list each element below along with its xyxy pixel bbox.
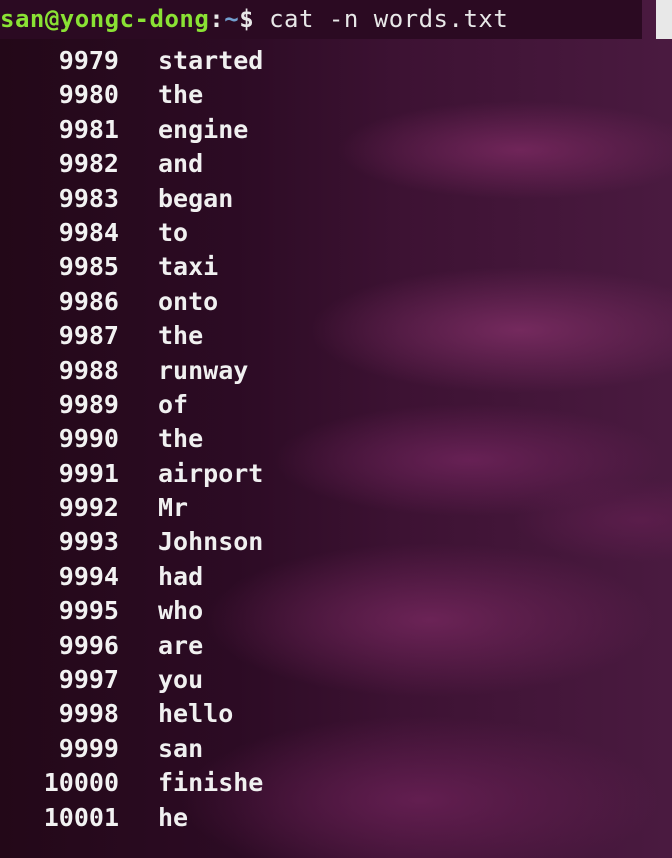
terminal-window[interactable]: san@yongc-dong:~$ cat -n words.txt 9979 s…: [0, 0, 672, 858]
line-word: you: [158, 665, 204, 695]
line-word: are: [158, 630, 204, 660]
line-number: 9993: [58, 527, 119, 557]
line-word: hello: [158, 699, 234, 729]
prompt-command: cat -n words.txt: [254, 5, 509, 33]
output-line: 9996 are: [0, 629, 672, 663]
line-word: who: [158, 596, 204, 626]
line-word: Johnson: [158, 527, 264, 557]
line-number: 10001: [43, 802, 119, 832]
line-number: 9997: [58, 665, 119, 695]
line-number: 9983: [58, 183, 119, 213]
output-line: 9999 san: [0, 732, 672, 766]
output-line: 9979 started: [0, 44, 672, 78]
line-number: 9996: [58, 630, 119, 660]
prompt-dollar: $: [239, 5, 255, 33]
line-number: 9982: [58, 149, 119, 179]
output-line: 9983 began: [0, 182, 672, 216]
line-word: the: [158, 424, 204, 454]
output-line: 9987 the: [0, 319, 672, 353]
line-number: 9980: [58, 80, 119, 110]
line-word: finishe: [158, 768, 264, 798]
line-number: 9995: [58, 596, 119, 626]
line-word: he: [158, 802, 189, 832]
prompt-user-host: san@yongc-dong: [0, 5, 210, 33]
line-number: 9992: [58, 493, 119, 523]
output-line: 9989 of: [0, 388, 672, 422]
output-lines: 9979 started 9980 the 9981 engine 9982 and 9…: [0, 44, 672, 835]
line-word: san: [158, 733, 204, 763]
line-number: 9981: [58, 114, 119, 144]
output-line: 9980 the: [0, 78, 672, 112]
line-word: of: [158, 389, 189, 419]
prompt-path: ~: [224, 5, 240, 33]
line-word: engine: [158, 114, 249, 144]
output-line: 9986 onto: [0, 285, 672, 319]
line-number: 9994: [58, 561, 119, 591]
output-line: 9995 who: [0, 594, 672, 628]
line-number: 9985: [58, 252, 119, 282]
line-word: the: [158, 80, 204, 110]
terminal-cursor: [656, 0, 672, 39]
line-word: taxi: [158, 252, 219, 282]
line-word: onto: [158, 286, 219, 316]
line-number: 9986: [58, 286, 119, 316]
line-word: runway: [158, 355, 249, 385]
prompt-colon: :: [209, 5, 225, 33]
line-word: started: [158, 46, 264, 75]
line-word: Mr: [158, 493, 189, 523]
line-number: 9998: [58, 699, 119, 729]
output-line: 9998 hello: [0, 697, 672, 731]
command-prompt: san@yongc-dong:~$ cat -n words.txt: [0, 0, 642, 39]
line-number: 9979: [58, 46, 119, 75]
output-line: 9981 engine: [0, 113, 672, 147]
output-line: 9991 airport: [0, 457, 672, 491]
line-number: 9988: [58, 355, 119, 385]
output-line: 9985 taxi: [0, 250, 672, 284]
output-line: 9984 to: [0, 216, 672, 250]
line-word: had: [158, 561, 204, 591]
line-number: 9999: [58, 733, 119, 763]
output-line: 10001 he: [0, 801, 672, 835]
output-line: 9990 the: [0, 422, 672, 456]
line-word: airport: [158, 458, 264, 488]
output-line: 9982 and: [0, 147, 672, 181]
line-number: 9989: [58, 389, 119, 419]
line-word: began: [158, 183, 234, 213]
output-line: 10000 finishe: [0, 766, 672, 800]
line-number: 9991: [58, 458, 119, 488]
line-word: and: [158, 149, 204, 179]
line-word: the: [158, 321, 204, 351]
line-word: to: [158, 217, 189, 247]
output-line: 9992 Mr: [0, 491, 672, 525]
line-number: 9987: [58, 321, 119, 351]
output-line: 9988 runway: [0, 354, 672, 388]
line-number: 9990: [58, 424, 119, 454]
output-line: 9997 you: [0, 663, 672, 697]
output-line: 9993 Johnson: [0, 525, 672, 559]
output-line: 9994 had: [0, 560, 672, 594]
line-number: 9984: [58, 217, 119, 247]
line-number: 10000: [43, 768, 119, 798]
